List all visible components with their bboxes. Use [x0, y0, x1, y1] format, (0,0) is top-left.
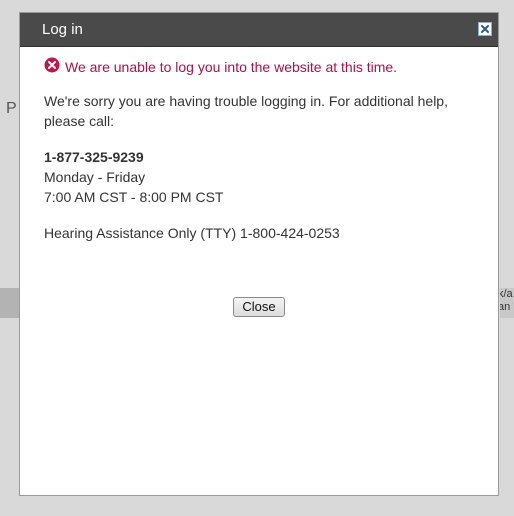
- close-button[interactable]: Close: [233, 297, 285, 317]
- dialog-titlebar: Log in: [20, 13, 498, 47]
- error-circle-icon: [44, 57, 60, 73]
- error-message: We are unable to log you into the websit…: [65, 59, 398, 75]
- help-message-line2: please call:: [44, 113, 115, 129]
- help-message: We're sorry you are having trouble loggi…: [44, 91, 484, 131]
- phone-number: 1-877-325-9239: [44, 149, 144, 165]
- tty-line: Hearing Assistance Only (TTY) 1-800-424-…: [44, 225, 340, 241]
- background-text-right-line1: k/a: [500, 288, 513, 300]
- dialog-title: Log in: [42, 21, 83, 38]
- background-bar: [0, 288, 20, 318]
- background-text-right: k/a an: [500, 288, 514, 318]
- background-text-right-line2: an: [500, 301, 511, 313]
- error-message-row: We are unable to log you into the websit…: [44, 57, 484, 75]
- close-x-glyph: [481, 25, 489, 33]
- button-row: Close: [20, 297, 498, 317]
- close-x-icon[interactable]: [478, 22, 492, 36]
- dialog-content: We are unable to log you into the websit…: [44, 57, 484, 259]
- login-dialog: Log in We are unable to log you into the…: [19, 12, 499, 496]
- help-message-line1: We're sorry you are having trouble loggi…: [44, 93, 448, 109]
- contact-hours: 7:00 AM CST - 8:00 PM CST: [44, 189, 224, 205]
- background-text: P: [6, 100, 17, 117]
- contact-days: Monday - Friday: [44, 169, 146, 185]
- contact-block: 1-877-325-9239 Monday - Friday 7:00 AM C…: [44, 147, 484, 207]
